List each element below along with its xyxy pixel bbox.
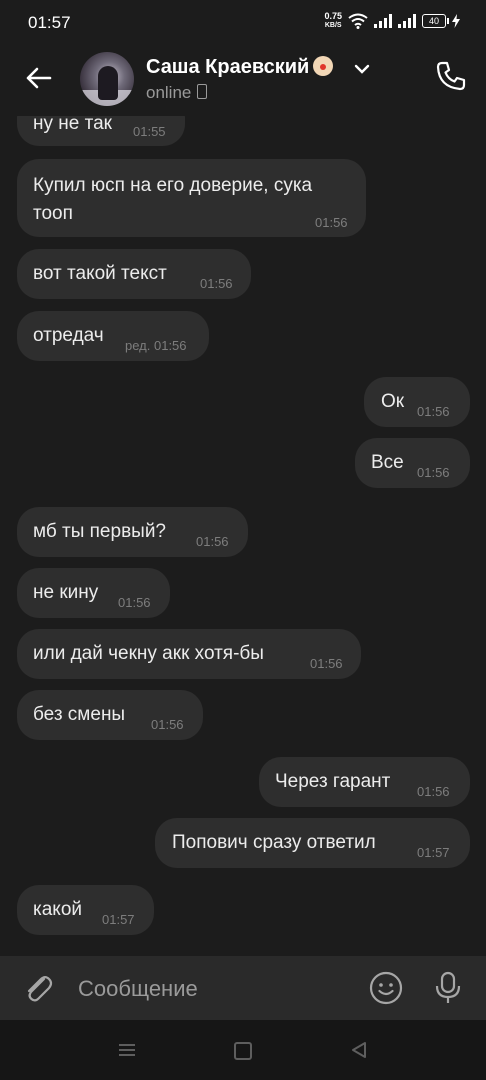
- network-speed: 0.75 KB/S: [324, 12, 342, 30]
- message-text: Купил юсп на его доверие, сука: [33, 175, 313, 196]
- message-bubble-out[interactable]: Ок 01:56: [364, 377, 470, 427]
- clown-emoji-icon: [313, 56, 334, 76]
- system-nav-bar: [0, 1020, 486, 1080]
- message-bubble-in[interactable]: ну не так 01:55: [17, 116, 185, 146]
- message-text: не кину: [33, 582, 99, 603]
- chat-header: Саша Краевский online: [0, 44, 486, 116]
- message-text: без смены: [33, 704, 126, 725]
- message-bubble-in[interactable]: Купил юсп на его доверие, сука тооп 01:5…: [17, 159, 366, 237]
- message-text: мб ты первый?: [33, 521, 166, 542]
- status-time: 01:57: [28, 13, 71, 32]
- message-text: отредач: [33, 325, 104, 346]
- back-triangle-icon[interactable]: [350, 1041, 368, 1059]
- home-icon[interactable]: [234, 1042, 252, 1060]
- message-bubble-in[interactable]: без смены 01:56: [17, 690, 203, 740]
- message-time: ред. 01:56: [125, 338, 187, 353]
- message-bubble-in[interactable]: отредач ред. 01:56: [17, 311, 209, 361]
- chevron-down-icon[interactable]: [354, 63, 370, 75]
- status-icons: 0.75 KB/S 40: [324, 12, 460, 30]
- message-time: 01:56: [151, 717, 184, 732]
- message-time: 01:56: [200, 276, 233, 291]
- mobile-phone-icon: [197, 84, 208, 99]
- paperclip-icon[interactable]: [20, 970, 56, 1006]
- contact-name-text: Саша Краевский: [146, 56, 310, 78]
- message-text-line2: тооп: [33, 203, 73, 224]
- message-text: Через гарант: [275, 771, 391, 792]
- message-time: 01:56: [417, 784, 450, 799]
- status-bar: 01:57 0.75 KB/S 40: [0, 0, 486, 44]
- message-text: ну не так: [33, 116, 112, 134]
- avatar[interactable]: [80, 52, 134, 106]
- microphone-icon[interactable]: [432, 970, 464, 1006]
- signal-icon: [374, 14, 392, 28]
- message-text: Все: [371, 452, 404, 473]
- message-time: 01:57: [102, 912, 135, 927]
- message-text: или дай чекну акк хотя-бы: [33, 643, 264, 664]
- network-speed-value: 0.75: [324, 11, 342, 21]
- message-time: 01:56: [417, 404, 450, 419]
- message-bubble-out[interactable]: Все 01:56: [355, 438, 470, 488]
- message-text: какой: [33, 899, 83, 920]
- recent-apps-icon[interactable]: [118, 1043, 136, 1057]
- contact-status-text: online: [146, 83, 192, 102]
- charging-bolt-icon: [452, 14, 460, 28]
- message-bubble-in[interactable]: не кину 01:56: [17, 568, 170, 618]
- message-time: 01:56: [315, 215, 348, 230]
- message-time: 01:57: [417, 845, 450, 860]
- battery-icon: 40: [422, 14, 449, 28]
- message-list[interactable]: ну не так 01:55 Купил юсп на его доверие…: [0, 116, 486, 956]
- message-bubble-in[interactable]: вот такой текст 01:56: [17, 249, 251, 299]
- message-time: 01:56: [310, 656, 343, 671]
- contact-status: online: [146, 83, 208, 103]
- message-time: 01:55: [133, 124, 166, 139]
- contact-name[interactable]: Саша Краевский: [146, 56, 334, 79]
- back-arrow-icon[interactable]: [22, 62, 54, 94]
- message-text: вот такой текст: [33, 263, 167, 284]
- message-bubble-in[interactable]: мб ты первый? 01:56: [17, 507, 248, 557]
- message-input-bar: Сообщение: [0, 956, 486, 1020]
- network-speed-unit: KB/S: [324, 22, 342, 29]
- message-text: Попович сразу ответил: [172, 832, 376, 853]
- message-bubble-out[interactable]: Через гарант 01:56: [259, 757, 470, 807]
- message-bubble-out[interactable]: Попович сразу ответил 01:57: [155, 818, 470, 868]
- message-bubble-in[interactable]: какой 01:57: [17, 885, 154, 935]
- phone-call-icon[interactable]: [434, 59, 468, 93]
- smile-icon[interactable]: [368, 970, 404, 1006]
- signal-icon-2: [398, 14, 416, 28]
- message-time: 01:56: [196, 534, 229, 549]
- wifi-icon: [348, 13, 368, 29]
- message-text: Ок: [381, 391, 405, 412]
- message-time: 01:56: [417, 465, 450, 480]
- message-bubble-in[interactable]: или дай чекну акк хотя-бы 01:56: [17, 629, 361, 679]
- message-time: 01:56: [118, 595, 151, 610]
- message-input[interactable]: Сообщение: [78, 976, 198, 1002]
